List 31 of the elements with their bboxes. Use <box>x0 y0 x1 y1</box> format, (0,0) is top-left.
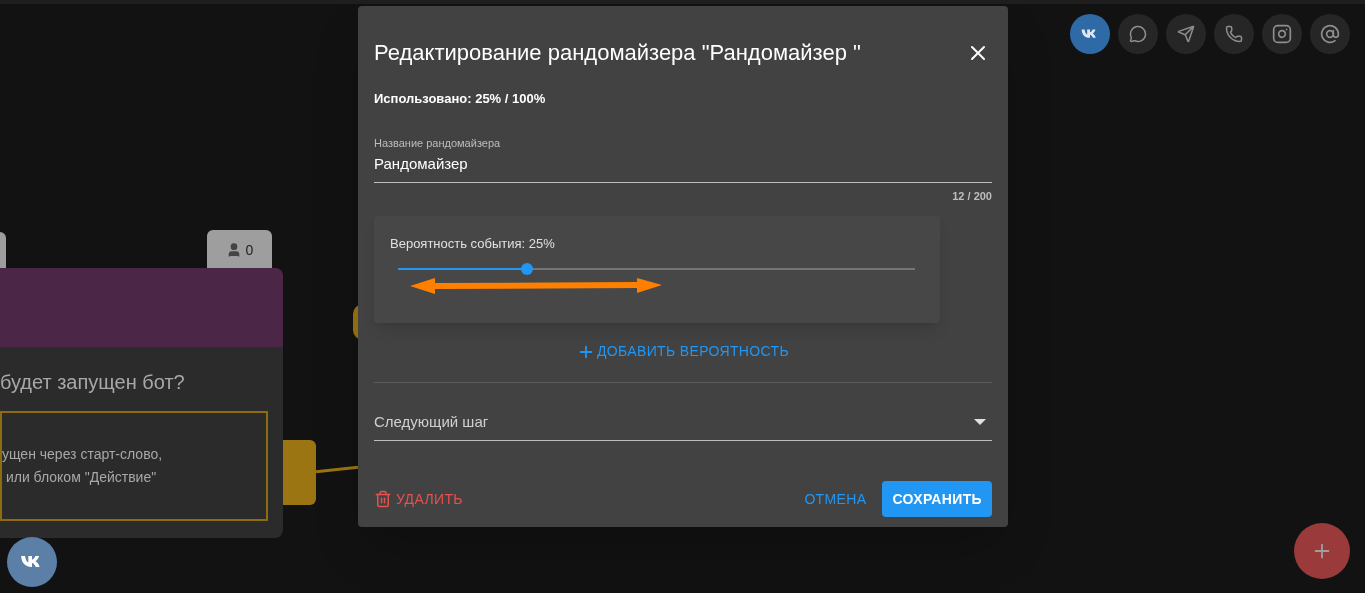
add-fab[interactable] <box>1294 523 1350 579</box>
name-field[interactable]: Название рандомайзера Рандомайзер <box>374 134 992 183</box>
save-button[interactable]: СОХРАНИТЬ <box>882 481 992 517</box>
connector-port <box>283 440 316 505</box>
name-input[interactable]: Рандомайзер <box>374 153 992 176</box>
usage-text: Использовано: 25% / 100% <box>374 90 547 108</box>
node-description: ущен через старт-слово, или блоком "Действие" <box>2 445 164 487</box>
double-arrow-icon <box>410 277 662 294</box>
delete-button[interactable]: УДАЛИТЬ <box>374 488 463 510</box>
paper-plane-icon <box>1177 25 1195 43</box>
channel-button[interactable] <box>1070 14 1110 54</box>
at-sign-icon <box>1320 24 1340 44</box>
probability-label: Вероятность события: 25% <box>390 235 556 253</box>
next-step-placeholder: Следующий шаг <box>374 412 489 432</box>
slider-thumb[interactable] <box>521 262 534 275</box>
dropdown-caret-icon <box>974 419 986 426</box>
camera-icon <box>1272 24 1292 44</box>
next-step-select[interactable]: Следующий шаг <box>374 411 992 441</box>
dialog-title: Редактирование рандомайзера "Рандомайзер " <box>374 39 861 67</box>
messenger-icon <box>1129 25 1147 43</box>
channel-button[interactable] <box>1262 14 1302 54</box>
node-question: будет запущен бот? <box>0 370 186 395</box>
vk-button[interactable] <box>7 537 57 587</box>
phone-icon <box>1225 25 1243 43</box>
cancel-button[interactable]: ОТМЕНА <box>796 481 875 517</box>
trash-icon <box>374 490 392 508</box>
channel-button[interactable] <box>1310 14 1350 54</box>
name-field-label: Название рандомайзера <box>374 135 502 151</box>
user-count: 0 <box>245 241 254 260</box>
add-probability-button[interactable]: ДОБАВИТЬ ВЕРОЯТНОСТЬ <box>577 341 789 362</box>
character-counter: 12 / 200 <box>952 188 992 204</box>
